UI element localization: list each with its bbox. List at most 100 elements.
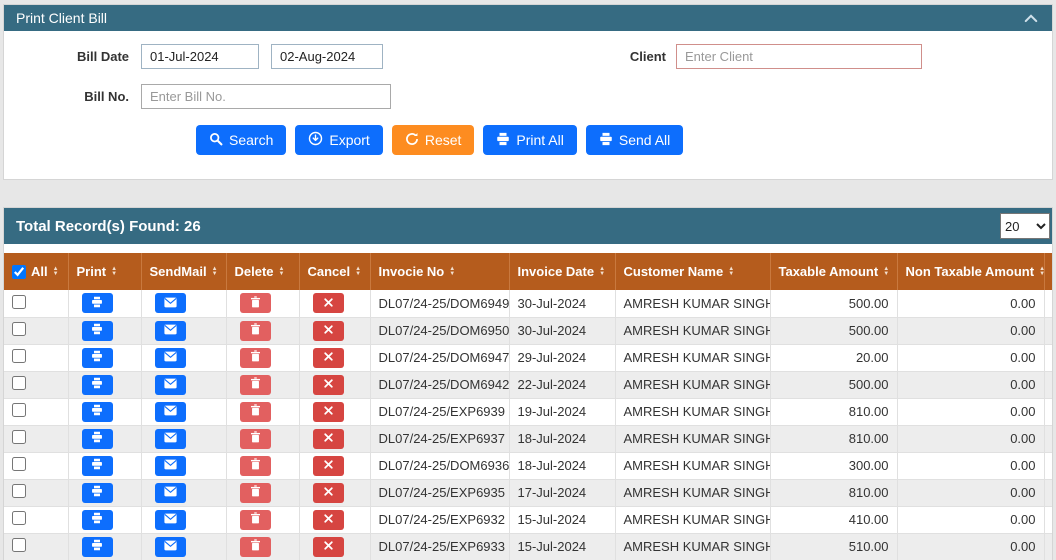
delete-button[interactable] (239, 428, 271, 449)
delete-button[interactable] (239, 401, 271, 422)
customer-name-cell: AMRESH KUMAR SINGH (615, 533, 771, 560)
invoice-no-cell: DL07/24-25/EXP6935 (370, 479, 510, 507)
row-cancel-cell (299, 398, 371, 426)
select-all-checkbox[interactable] (12, 264, 26, 279)
header-sendmail[interactable]: SendMail ▲ ▼ (141, 253, 227, 290)
delete-button[interactable] (239, 347, 271, 368)
export-button[interactable]: Export (295, 125, 383, 155)
cancel-button[interactable] (312, 347, 344, 368)
row-checkbox[interactable] (12, 430, 26, 444)
table-row: DL07/24-25/DOM6947 29-Jul-2024 AMRESH KU… (4, 344, 1052, 372)
header-delete[interactable]: Delete ▲ ▼ (226, 253, 300, 290)
print-button[interactable] (81, 320, 113, 341)
bill-date-from-input[interactable] (141, 44, 259, 69)
results-table: All ▲ ▼ Print ▲ ▼ SendMail ▲ ▼ Delete ▲ ▼ Cancel… (4, 253, 1052, 560)
cancel-button[interactable] (312, 509, 344, 530)
sendmail-button[interactable] (154, 293, 186, 314)
cancel-button[interactable] (312, 374, 344, 395)
cancel-button[interactable] (312, 401, 344, 422)
header-taxable-amount[interactable]: Taxable Amount ▲ ▼ (770, 253, 898, 290)
cancel-button[interactable] (312, 320, 344, 341)
sendmail-button[interactable] (154, 482, 186, 503)
header-customer-name[interactable]: Customer Name ▲ ▼ (615, 253, 771, 290)
row-print-cell (68, 398, 142, 426)
row-checkbox[interactable] (12, 349, 26, 363)
row-select-cell (4, 506, 69, 534)
print-button[interactable] (81, 293, 113, 314)
print-button[interactable] (81, 428, 113, 449)
extra-cell (1044, 344, 1052, 372)
header-non-taxable-amount[interactable]: Non Taxable Amount ▲ ▼ (897, 253, 1045, 290)
table-row: DL07/24-25/DOM6949 30-Jul-2024 AMRESH KU… (4, 290, 1052, 318)
sendmail-button[interactable] (154, 347, 186, 368)
row-checkbox[interactable] (12, 376, 26, 390)
header-invoice-no[interactable]: Invocie No ▲ ▼ (370, 253, 510, 290)
row-checkbox[interactable] (12, 484, 26, 498)
taxable-amount-cell: 810.00 (770, 398, 898, 426)
bill-no-input[interactable] (141, 84, 391, 109)
row-print-cell (68, 344, 142, 372)
bill-date-to-input[interactable] (271, 44, 383, 69)
row-select-cell (4, 290, 69, 318)
delete-button[interactable] (239, 293, 271, 314)
row-select-cell (4, 317, 69, 345)
sendmail-button[interactable] (154, 509, 186, 530)
delete-button[interactable] (239, 482, 271, 503)
delete-button[interactable] (239, 455, 271, 476)
non-taxable-amount-cell: 0.00 (897, 479, 1045, 507)
row-print-cell (68, 290, 142, 318)
header-invoice-date[interactable]: Invoice Date ▲ ▼ (509, 253, 616, 290)
taxable-amount-cell: 510.00 (770, 533, 898, 560)
taxable-amount-cell: 500.00 (770, 317, 898, 345)
sendmail-button[interactable] (154, 401, 186, 422)
row-checkbox[interactable] (12, 457, 26, 471)
table-row: DL07/24-25/DOM6942 22-Jul-2024 AMRESH KU… (4, 371, 1052, 399)
sendmail-button[interactable] (154, 536, 186, 557)
taxable-amount-cell: 20.00 (770, 344, 898, 372)
print-button[interactable] (81, 374, 113, 395)
cancel-button[interactable] (312, 455, 344, 476)
row-checkbox[interactable] (12, 322, 26, 336)
send-all-button[interactable]: Send All (585, 125, 684, 155)
client-input[interactable] (676, 44, 922, 69)
header-cancel[interactable]: Cancel ▲ ▼ (299, 253, 371, 290)
delete-button[interactable] (239, 509, 271, 530)
page-size-select[interactable]: 20 (1000, 213, 1050, 239)
print-button[interactable] (81, 509, 113, 530)
sendmail-button[interactable] (154, 428, 186, 449)
customer-name-cell: AMRESH KUMAR SINGH (615, 371, 771, 399)
row-delete-cell (226, 533, 300, 560)
cancel-button[interactable] (312, 293, 344, 314)
row-checkbox[interactable] (12, 511, 26, 525)
bill-no-label: Bill No. (84, 89, 129, 104)
row-sendmail-cell (141, 479, 227, 507)
row-checkbox[interactable] (12, 538, 26, 552)
cancel-button[interactable] (312, 482, 344, 503)
row-delete-cell (226, 398, 300, 426)
cancel-button[interactable] (312, 428, 344, 449)
header-all[interactable]: All ▲ ▼ (4, 253, 69, 290)
delete-button[interactable] (239, 536, 271, 557)
customer-name-cell: AMRESH KUMAR SINGH (615, 398, 771, 426)
close-icon (323, 485, 334, 500)
search-button[interactable]: Search (196, 125, 287, 155)
extra-cell (1044, 506, 1052, 534)
row-checkbox[interactable] (12, 294, 26, 309)
header-print[interactable]: Print ▲ ▼ (68, 253, 142, 290)
print-button[interactable] (81, 536, 113, 557)
print-button[interactable] (81, 455, 113, 476)
print-button[interactable] (81, 347, 113, 368)
reset-button[interactable]: Reset (391, 125, 475, 155)
print-all-button[interactable]: Print All (483, 125, 577, 155)
sendmail-button[interactable] (154, 320, 186, 341)
delete-button[interactable] (239, 374, 271, 395)
sort-icon: ▲ ▼ (111, 265, 118, 277)
cancel-button[interactable] (312, 536, 344, 557)
sendmail-button[interactable] (154, 455, 186, 476)
collapse-chevron-up-icon[interactable] (1024, 10, 1038, 26)
print-button[interactable] (81, 482, 113, 503)
print-button[interactable] (81, 401, 113, 422)
delete-button[interactable] (239, 320, 271, 341)
row-checkbox[interactable] (12, 403, 26, 417)
sendmail-button[interactable] (154, 374, 186, 395)
